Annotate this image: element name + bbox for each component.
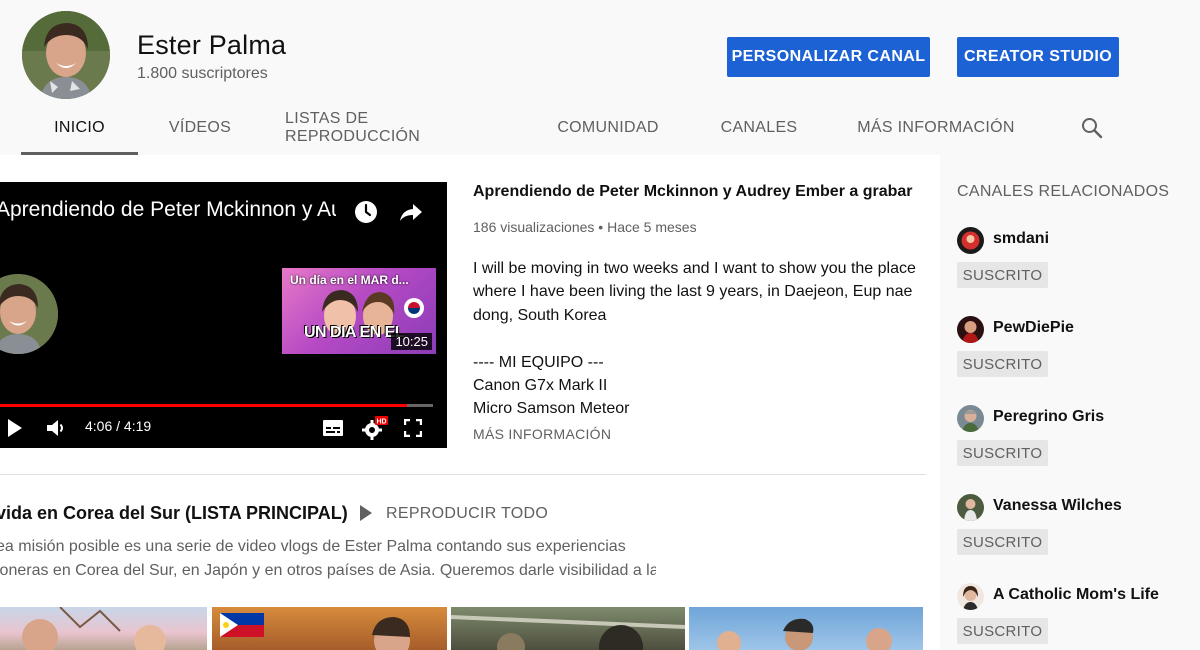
endcard-overlay-text: UN DIA EN EL [304,324,405,341]
description-line [473,327,933,350]
subtitles-icon[interactable] [322,419,344,437]
subscribed-button[interactable]: SUSCRITO [957,618,1048,644]
related-channel-name[interactable]: PewDiePie [993,319,1074,337]
settings-gear-icon[interactable]: HD [362,416,388,440]
subscribed-button[interactable]: SUSCRITO [957,440,1048,466]
subscribed-button[interactable]: SUSCRITO [957,262,1048,288]
related-channel-name[interactable]: smdani [993,230,1049,248]
playlist-video-thumbnail[interactable] [451,607,685,650]
customize-channel-button[interactable]: PERSONALIZAR CANAL [727,37,930,77]
fullscreen-icon[interactable] [404,419,422,437]
playlist-video-thumbnail[interactable] [689,607,923,650]
featured-video-meta: 186 visualizaciones • Hace 5 meses [473,219,697,235]
player-time: 4:06 / 4:19 [85,418,152,434]
related-channel-name[interactable]: Vanessa Wilches [993,497,1122,515]
tab-comunidad[interactable]: COMUNIDAD [552,104,664,152]
more-info-link[interactable]: MÁS INFORMACIÓN [473,426,611,442]
creator-studio-button[interactable]: CREATOR STUDIO [957,37,1119,77]
description-line: ---- MI EQUIPO --- [473,353,604,371]
channel-tabs: INICIO VÍDEOS LISTAS DE REPRODUCCIÓN COM… [0,104,1200,155]
related-channel-name[interactable]: A Catholic Mom's Life [993,586,1159,604]
volume-icon[interactable] [46,418,68,438]
subscriber-count: 1.800 suscriptores [137,65,268,82]
description-line: Micro Samson Meteor [473,400,630,418]
channel-name: Ester Palma [137,30,287,60]
endcard-video[interactable]: Un día en el MAR d... UN DIA EN EL 10:25 [282,268,436,354]
related-channel-avatar[interactable] [957,227,984,254]
related-channels-title: CANALES RELACIONADOS [957,183,1170,200]
endcard-title: Un día en el MAR d... [290,273,409,287]
related-channel-avatar[interactable] [957,494,984,521]
playlist-title[interactable]: vida en Corea del Sur (LISTA PRINCIPAL) [0,503,348,524]
svg-text:HD: HD [376,419,386,426]
search-icon[interactable] [1080,116,1104,140]
endcard-duration: 10:25 [391,333,432,350]
share-icon[interactable] [398,200,424,224]
playlist-video-thumbnail[interactable] [212,607,447,650]
description-line: I will be moving in two weeks and I want… [473,260,916,277]
related-channel-avatar[interactable] [957,316,984,343]
channel-avatar[interactable] [22,11,110,99]
tab-videos[interactable]: VÍDEOS [160,104,240,152]
playlist-description: ea misión posible es una serie de video … [0,535,656,583]
progress-bar-fill [0,404,408,407]
play-all-button[interactable]: REPRODUCIR TODO [386,505,548,523]
progress-bar[interactable] [0,404,433,407]
tab-playlists[interactable]: LISTAS DE REPRODUCCIÓN [285,104,505,152]
player-channel-avatar[interactable] [0,274,58,354]
playlist-description-line: ioneras en Corea del Sur, en Japón y en … [0,562,656,579]
featured-video-title[interactable]: Aprendiendo de Peter Mckinnon y Audrey E… [473,183,913,201]
subscribed-button[interactable]: SUSCRITO [957,529,1048,555]
playlist-description-line: ea misión posible es una serie de video … [0,538,626,555]
play-all-icon[interactable] [357,504,375,522]
description-line: Canon G7x Mark II [473,376,608,394]
playlist-video-thumbnail[interactable] [0,607,207,650]
tab-mas-informacion[interactable]: MÁS INFORMACIÓN [855,104,1017,152]
subscribed-button[interactable]: SUSCRITO [957,351,1048,377]
play-icon[interactable] [6,418,24,438]
description-line: dong, South Korea [473,306,607,324]
description-line: where I have been living the last 9 year… [473,283,913,301]
watch-later-icon[interactable] [354,200,378,224]
video-player[interactable]: Aprendiendo de Peter Mckinnon y Au... Un… [0,182,447,448]
featured-video-description: I will be moving in two weeks and I want… [473,257,933,421]
section-divider [0,474,926,475]
related-channel-name[interactable]: Peregrino Gris [993,408,1104,426]
tab-inicio[interactable]: INICIO [21,104,138,152]
player-title[interactable]: Aprendiendo de Peter Mckinnon y Au... [0,198,336,222]
related-channel-avatar[interactable] [957,583,984,610]
related-channel-avatar[interactable] [957,405,984,432]
tab-canales[interactable]: CANALES [715,104,803,152]
channel-header: Ester Palma 1.800 suscriptores PERSONALI… [0,0,1200,155]
